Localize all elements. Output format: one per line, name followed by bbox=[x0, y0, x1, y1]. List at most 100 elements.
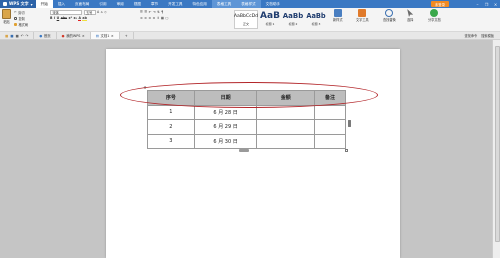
tab-doc-assistant[interactable]: 文档助手 bbox=[261, 0, 285, 8]
shrink-font-icon[interactable]: A bbox=[101, 10, 103, 14]
bold-icon[interactable]: B bbox=[50, 16, 52, 20]
table-cell[interactable] bbox=[256, 133, 316, 149]
align-right-icon[interactable]: ≡ bbox=[148, 16, 151, 20]
shading-icon[interactable]: ▦ bbox=[161, 16, 164, 20]
doc-tab-home[interactable]: ● 首页 bbox=[34, 32, 57, 39]
doc-tab-document1[interactable]: ▤ 文档1 × bbox=[90, 32, 120, 39]
table-cell[interactable] bbox=[256, 119, 316, 135]
underline-icon[interactable]: U bbox=[57, 16, 60, 20]
table-row: 2 6 月 29 日 bbox=[147, 119, 346, 135]
restore-icon[interactable]: ❐ bbox=[482, 0, 491, 8]
text-tools-button[interactable]: 文字工具 bbox=[356, 9, 369, 22]
tab-table-style[interactable]: 表格样式 bbox=[236, 0, 261, 8]
search-icon bbox=[385, 9, 394, 17]
tab-references[interactable]: 引用 bbox=[94, 0, 111, 8]
close-tab-icon[interactable]: × bbox=[111, 34, 114, 38]
style-heading-1[interactable]: AaB 标题 1 bbox=[259, 10, 281, 29]
table-resize-handle[interactable] bbox=[345, 149, 348, 152]
format-painter-button[interactable]: 格式刷 bbox=[14, 21, 28, 27]
cut-label: 剪切 bbox=[18, 10, 25, 15]
bullet-list-icon[interactable]: ☰ bbox=[140, 10, 143, 14]
add-column-handle[interactable] bbox=[239, 149, 249, 152]
paste-button[interactable]: 粘贴 bbox=[2, 9, 11, 24]
indent-icon[interactable]: ⇥ bbox=[153, 10, 156, 14]
find-command-link[interactable]: 查找命令 bbox=[465, 33, 478, 38]
tab-developer[interactable]: 开发工具 bbox=[163, 0, 187, 8]
line-spacing-icon[interactable]: ↕ bbox=[157, 16, 160, 20]
tab-table-tools[interactable]: 表格工具 bbox=[211, 0, 237, 8]
clear-format-icon[interactable]: ◇ bbox=[104, 10, 106, 14]
font-size-select[interactable]: 五号 bbox=[83, 9, 96, 15]
document-page[interactable]: ✥ 序号 日期 金额 备注 1 6 月 28 日 2 6 月 29 日 3 6 … bbox=[106, 49, 400, 258]
paste-label: 粘贴 bbox=[3, 20, 10, 24]
share-button[interactable]: 分享文档 bbox=[428, 9, 441, 22]
find-replace-button[interactable]: 查找替换 bbox=[383, 9, 396, 22]
font-color-icon[interactable]: A bbox=[78, 16, 81, 21]
document-workspace: ✥ 序号 日期 金额 备注 1 6 月 28 日 2 6 月 29 日 3 6 … bbox=[0, 40, 492, 258]
minimize-icon[interactable]: – bbox=[473, 0, 482, 8]
font-group: 宋体 五号 A A ◇ B I U abc x² x₂ A ab bbox=[50, 9, 107, 21]
tab-review[interactable]: 审阅 bbox=[112, 0, 129, 8]
save-icon[interactable]: ■ bbox=[10, 34, 13, 38]
new-tab-button[interactable]: + bbox=[120, 32, 134, 39]
tab-quick-icons: ■ ■ ■ ↶ ↷ bbox=[0, 32, 35, 39]
doc-tab-my-wps[interactable]: ● 我的WPS × bbox=[57, 32, 91, 39]
table-cell[interactable] bbox=[314, 104, 346, 120]
search-template-link[interactable]: 搜索模板 bbox=[481, 33, 494, 38]
new-style-group: 新样式 bbox=[333, 9, 343, 22]
align-center-icon[interactable]: ≡ bbox=[144, 16, 147, 20]
align-left-icon[interactable]: ≡ bbox=[140, 16, 143, 20]
table-cell[interactable] bbox=[314, 133, 346, 149]
font-name-select[interactable]: 宋体 bbox=[50, 9, 82, 15]
login-button[interactable]: 未登录 bbox=[430, 1, 449, 7]
subscript-icon[interactable]: x₂ bbox=[74, 16, 77, 20]
folder-icon[interactable]: ■ bbox=[5, 34, 8, 38]
header-highlight-ellipse bbox=[120, 82, 378, 108]
show-marks-icon[interactable]: ¶ bbox=[161, 10, 163, 14]
table-cell[interactable]: 2 bbox=[147, 119, 195, 135]
numbered-list-icon[interactable]: ☰ bbox=[144, 10, 147, 14]
tab-view[interactable]: 视图 bbox=[129, 0, 146, 8]
text-tools-icon bbox=[358, 9, 367, 17]
grow-font-icon[interactable]: A bbox=[97, 10, 99, 14]
tab-start[interactable]: 开始 bbox=[35, 0, 53, 8]
tab-section[interactable]: 章节 bbox=[146, 0, 163, 8]
app-menu-button[interactable]: WPS 文字 ▾ bbox=[0, 0, 36, 8]
print-icon[interactable]: ■ bbox=[15, 34, 18, 38]
style-heading-3[interactable]: AaBb 标题 3 bbox=[305, 10, 327, 29]
tab-insert[interactable]: 插入 bbox=[53, 0, 70, 8]
scissors-icon: ✂ bbox=[14, 10, 17, 14]
tab-special-apps[interactable]: 特色应用 bbox=[188, 0, 212, 8]
chevron-down-icon: ▾ bbox=[30, 1, 33, 7]
italic-icon[interactable]: I bbox=[54, 16, 55, 20]
highlight-icon[interactable]: ab bbox=[82, 16, 87, 21]
copy-icon bbox=[14, 16, 17, 20]
style-heading-1-preview: AaB bbox=[260, 11, 280, 21]
new-style-button[interactable]: 新样式 bbox=[333, 9, 343, 22]
vertical-scrollbar[interactable] bbox=[492, 40, 500, 258]
table-cell[interactable]: 3 bbox=[147, 133, 195, 149]
share-group: 分享文档 bbox=[428, 9, 441, 22]
outdent-icon[interactable]: ⇤ bbox=[149, 10, 152, 14]
style-normal-preview: AaBbCcDd bbox=[233, 14, 259, 19]
table-cell[interactable] bbox=[314, 119, 346, 135]
style-normal[interactable]: AaBbCcDd 正文 bbox=[234, 10, 258, 29]
add-row-handle[interactable] bbox=[348, 120, 351, 127]
strikethrough-icon[interactable]: abc bbox=[61, 16, 67, 20]
close-tab-icon[interactable]: × bbox=[82, 34, 85, 38]
tab-page-layout[interactable]: 页面布局 bbox=[70, 0, 94, 8]
scrollbar-thumb[interactable] bbox=[494, 46, 500, 242]
superscript-icon[interactable]: x² bbox=[69, 16, 72, 20]
table-cell[interactable]: 6 月 30 日 bbox=[193, 133, 258, 149]
close-icon[interactable]: × bbox=[491, 0, 500, 8]
redo-icon[interactable]: ↷ bbox=[26, 34, 29, 38]
undo-icon[interactable]: ↶ bbox=[21, 34, 24, 38]
table-cell[interactable]: 6 月 29 日 bbox=[193, 119, 258, 135]
table-cell[interactable]: 1 bbox=[147, 104, 195, 120]
sort-icon[interactable]: ⇅ bbox=[157, 10, 160, 14]
justify-icon[interactable]: ≡ bbox=[153, 16, 156, 20]
select-button[interactable]: 选择 bbox=[407, 9, 413, 22]
home-icon: ● bbox=[39, 33, 43, 38]
border-icon[interactable]: ▢ bbox=[165, 16, 168, 20]
style-heading-2[interactable]: AaBb 标题 2 bbox=[282, 10, 304, 29]
